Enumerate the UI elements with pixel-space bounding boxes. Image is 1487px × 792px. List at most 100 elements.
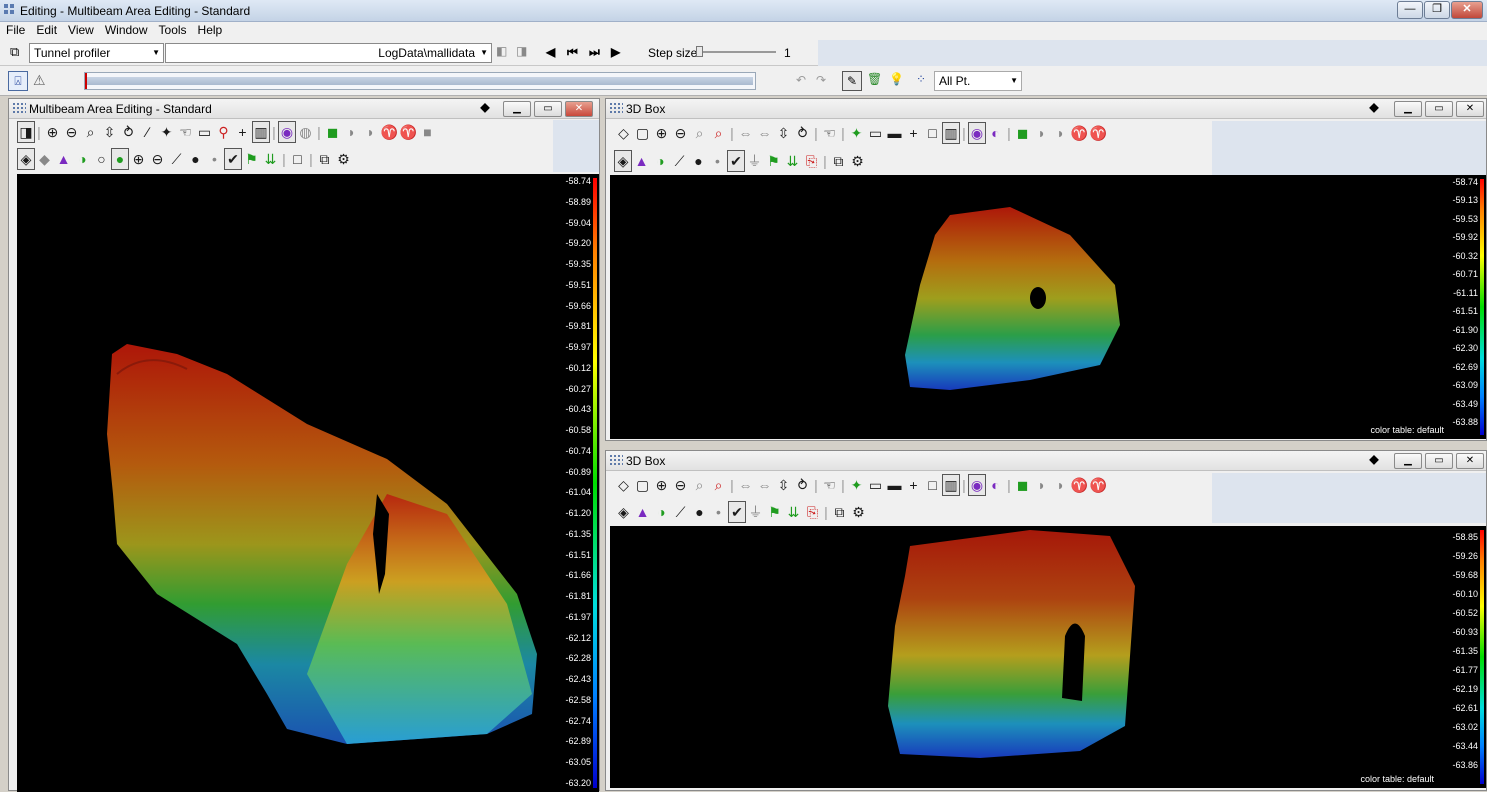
export-icon[interactable]: ⎘ — [803, 500, 822, 524]
color-mode-icon[interactable]: ◑ — [652, 500, 671, 524]
menu-view[interactable]: View — [62, 22, 99, 37]
big-dot-icon[interactable]: ● — [690, 500, 709, 524]
box-top-min-button[interactable]: ▁ — [1394, 101, 1422, 117]
filter-icon[interactable]: ♈ — [380, 120, 399, 144]
line-icon[interactable]: ⟋ — [167, 147, 186, 171]
ruler-icon[interactable]: ▭ — [195, 120, 214, 144]
fill-icon[interactable]: ◍ — [296, 120, 315, 144]
zoom-box-icon[interactable]: ⌕ — [81, 120, 100, 144]
layers-icon[interactable]: ◈ — [614, 150, 632, 172]
ruler-icon[interactable]: ▭ — [866, 473, 885, 497]
stop-icon[interactable]: ■ — [418, 120, 437, 144]
go-first-icon[interactable]: ⏮ — [567, 45, 578, 60]
close-button[interactable]: ✕ — [1451, 1, 1483, 19]
minimize-button[interactable]: — — [1397, 1, 1423, 19]
zoom-in-icon[interactable]: ⊕ — [652, 473, 671, 497]
arrow-down-icon[interactable]: ⇊ — [261, 147, 280, 171]
zoom-box-icon[interactable]: ⌕ — [690, 121, 709, 145]
hand-icon[interactable]: ☜ — [820, 121, 839, 145]
maximize-button[interactable]: ❐ — [1424, 1, 1450, 19]
move-h-icon[interactable]: ⇔ — [736, 473, 755, 497]
zoom-in-icon[interactable]: ⊕ — [652, 121, 671, 145]
color-wheel-icon[interactable]: ◉ — [968, 474, 986, 496]
surface2-icon[interactable]: ◗ — [361, 120, 380, 144]
layers-icon[interactable]: ◈ — [614, 500, 633, 524]
edit-pen-icon[interactable]: ✎ — [842, 71, 862, 91]
surface-icon[interactable]: ◗ — [1032, 473, 1051, 497]
crosshair-icon[interactable]: + — [233, 120, 252, 144]
export-icon[interactable]: ⎘ — [802, 149, 821, 173]
small-dot-icon[interactable]: • — [709, 500, 728, 524]
menu-edit[interactable]: Edit — [30, 22, 62, 37]
step-size-slider[interactable] — [696, 46, 776, 57]
box-bottom-max-button[interactable]: ▭ — [1425, 453, 1453, 469]
check-icon[interactable]: ✔ — [224, 148, 242, 170]
surface-icon[interactable]: ◗ — [1032, 121, 1051, 145]
settings-icon[interactable]: ⚙ — [849, 500, 868, 524]
light-icon[interactable]: ✦ — [847, 473, 866, 497]
hand-icon[interactable]: ☜ — [820, 473, 839, 497]
points-icon[interactable]: ⁘ — [916, 72, 926, 86]
color-scale-icon[interactable]: ▥ — [942, 122, 960, 144]
palette-icon[interactable]: ◐ — [986, 121, 1005, 145]
window-layout-icon[interactable]: ⧉ — [10, 44, 19, 60]
check-icon[interactable]: ✔ — [727, 150, 745, 172]
fit-view-icon[interactable]: ◨ — [17, 121, 35, 143]
rgb-mode-icon[interactable]: ▲ — [633, 500, 652, 524]
ruler-icon[interactable]: ▭ — [866, 121, 885, 145]
menu-window[interactable]: Window — [99, 22, 153, 37]
box-bottom-3d-view[interactable]: -58.85 -59.26 -59.68 -60.10 -60.52 -60.93 -61.… — [610, 526, 1486, 788]
filter-icon[interactable]: ♈ — [1070, 473, 1089, 497]
redo-icon[interactable]: ↷ — [816, 73, 826, 87]
profile-icon[interactable]: ⚲ — [214, 120, 233, 144]
move-h-icon[interactable]: ⇔ — [736, 121, 755, 145]
rotate-icon[interactable]: ⥁ — [793, 121, 812, 145]
move-h2-icon[interactable]: ⇔ — [755, 473, 774, 497]
ring-icon[interactable]: ○ — [92, 147, 111, 171]
box-top-3d-view[interactable]: -58.74 -59.13 -59.53 -59.92 -60.32 -60.71 -61.… — [610, 175, 1486, 439]
arrow-down-icon[interactable]: ⇊ — [784, 500, 803, 524]
line-icon[interactable]: ⟋ — [671, 500, 690, 524]
go-last-icon[interactable]: ⏭ — [589, 45, 600, 60]
pan-vertical-icon[interactable]: ⇳ — [774, 121, 793, 145]
color-mode-icon[interactable]: ◑ — [651, 149, 670, 173]
cube-icon[interactable]: ◼ — [1013, 121, 1032, 145]
move-h2-icon[interactable]: ⇔ — [755, 121, 774, 145]
select-icon[interactable]: ◇ — [614, 473, 633, 497]
funnel-icon[interactable]: ⏚ — [745, 149, 764, 173]
rotate-icon[interactable]: ⥁ — [119, 120, 138, 144]
point-filter-combo[interactable]: All Pt. ▼ — [934, 71, 1022, 91]
undo-icon[interactable]: ↶ — [796, 73, 806, 87]
play-icon[interactable]: ▶ — [611, 45, 620, 59]
settings-icon[interactable]: ⚙ — [848, 149, 867, 173]
color-scale-icon[interactable]: ▥ — [942, 474, 960, 496]
crosshair-icon[interactable]: + — [904, 473, 923, 497]
menu-file[interactable]: File — [0, 22, 30, 37]
surface2-icon[interactable]: ◗ — [1051, 473, 1070, 497]
filter-icon[interactable]: ♈ — [1070, 121, 1089, 145]
line-icon[interactable]: ⟋ — [670, 149, 689, 173]
trash-icon[interactable]: 🗑 — [867, 72, 882, 86]
zoom-box-icon[interactable]: ⌕ — [690, 473, 709, 497]
2d-icon[interactable]: ▢ — [633, 121, 652, 145]
filter2-icon[interactable]: ♈ — [1089, 121, 1108, 145]
main-min-button[interactable]: ▁ — [503, 101, 531, 117]
pin-icon[interactable]: ◆ — [471, 100, 499, 115]
copy-icon[interactable]: ⧉ — [315, 147, 334, 171]
lamp-icon[interactable]: 💡 — [889, 72, 904, 86]
main-close-button[interactable]: ✕ — [565, 101, 593, 117]
pan-vertical-icon[interactable]: ⇳ — [100, 120, 119, 144]
color-wheel-icon[interactable]: ◉ — [278, 121, 296, 143]
zoom-extent-icon[interactable]: ⌕ — [709, 473, 728, 497]
copy-icon[interactable]: ⧉ — [830, 500, 849, 524]
shading-icon[interactable]: ◆ — [35, 147, 54, 171]
cube-icon[interactable]: ◼ — [1013, 473, 1032, 497]
camera-icon[interactable]: ▬ — [885, 121, 904, 145]
mode-combo[interactable]: Tunnel profiler ▼ — [29, 43, 164, 63]
pin-icon[interactable]: ◆ — [1360, 452, 1388, 467]
flag-icon[interactable]: ⚑ — [764, 149, 783, 173]
circle-plus-icon[interactable]: ⊕ — [129, 147, 148, 171]
filter2-icon[interactable]: ♈ — [1089, 473, 1108, 497]
measure-icon[interactable]: ∕ — [138, 120, 157, 144]
funnel-icon[interactable]: ⏚ — [746, 500, 765, 524]
